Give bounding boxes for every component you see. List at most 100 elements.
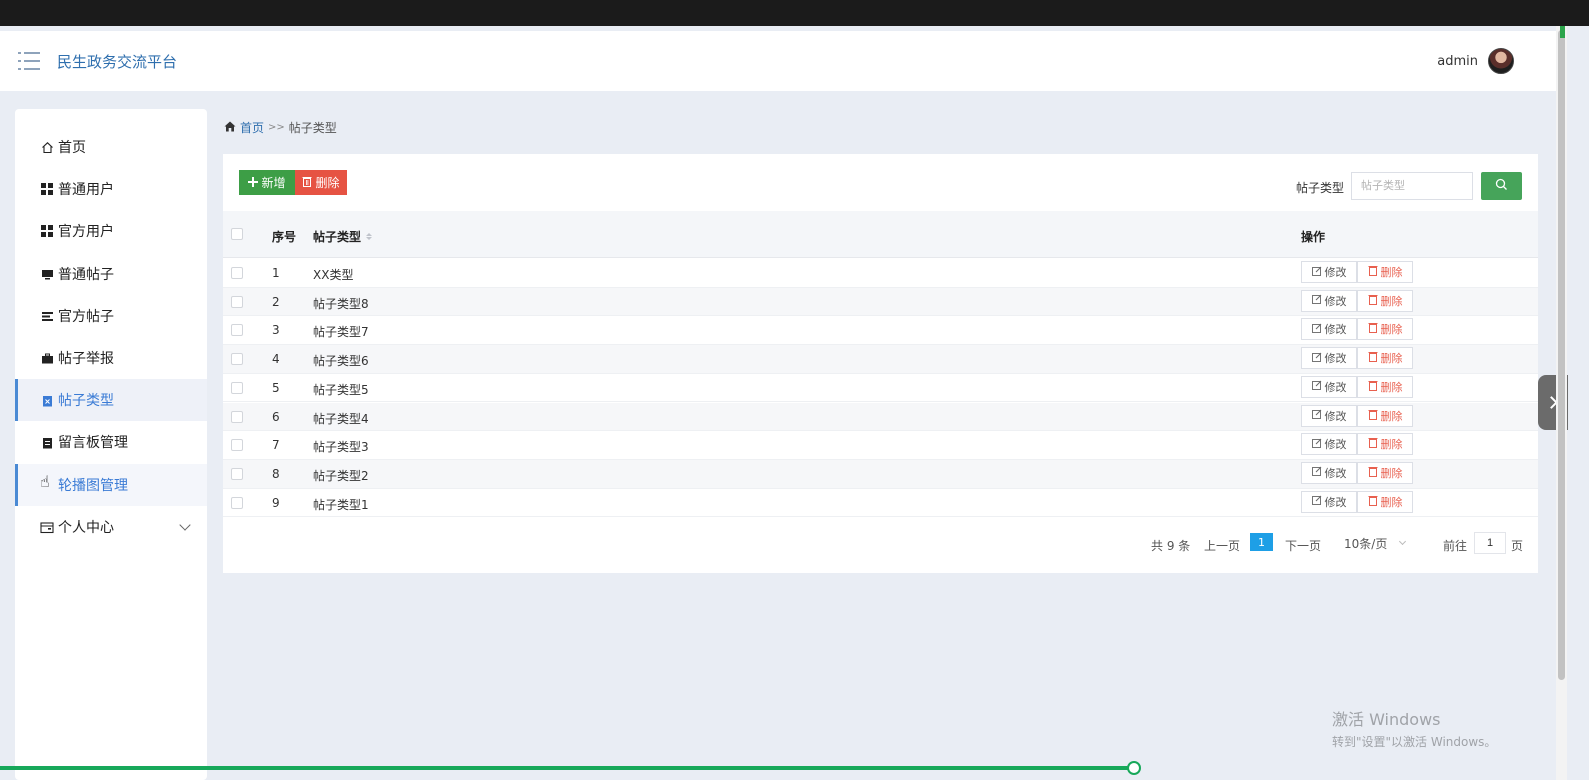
row-checkbox[interactable] [231,496,243,509]
avatar[interactable] [1488,48,1514,74]
row-type-name: 帖子类型2 [313,468,369,483]
column-header-type[interactable]: 帖子类型 [313,228,373,245]
sort-icon[interactable] [366,233,373,240]
pagination-next[interactable]: 下一页 [1285,537,1321,554]
sidebar-item-home[interactable]: 首页 [15,126,207,168]
menu-toggle-icon[interactable] [18,52,40,70]
delete-button-label: 删除 [1380,380,1403,394]
edit-button-label: 修改 [1324,266,1347,279]
edit-button[interactable]: 修改 [1301,289,1357,312]
edit-button[interactable]: 修改 [1301,261,1357,283]
search-button[interactable] [1481,172,1522,200]
sidebar-item-normal-users[interactable]: 普通用户 [15,168,207,210]
delete-button[interactable]: 删除 [1357,490,1413,513]
edit-button-label: 修改 [1324,409,1347,423]
row-checkbox[interactable] [231,353,243,366]
sidebar: 首页 普通用户 官方用户 普通帖子 官方帖子 帖子举报 帖子类型 留言板管理 轮… [15,109,207,780]
delete-button[interactable]: 删除 [1357,347,1413,370]
progress-knob[interactable] [1127,761,1141,775]
sidebar-item-post-reports[interactable]: 帖子举报 [15,337,207,379]
table-row: 5 帖子类型5 修改 删除 [223,374,1538,403]
trash-icon [302,176,312,190]
row-checkbox[interactable] [231,439,243,452]
sidebar-item-normal-posts[interactable]: 普通帖子 [15,253,207,295]
sidebar-item-official-users[interactable]: 官方用户 [15,210,207,252]
username[interactable]: admin [1437,54,1478,69]
row-index: 9 [272,495,280,510]
delete-button[interactable]: 删除 [1357,461,1413,484]
edit-button[interactable]: 修改 [1301,490,1357,513]
row-type-name: 帖子类型7 [313,325,369,340]
clipboard-icon [40,435,54,449]
delete-button-label: 删除 [1380,466,1403,480]
pagination-total: 共 9 条 [1151,539,1191,553]
pagination-current-page[interactable]: 1 [1250,533,1273,551]
user-menu[interactable]: admin [1437,31,1514,91]
delete-button[interactable]: 删除 [1357,261,1413,283]
add-button-label: 新增 [261,176,286,190]
trash-icon [1368,437,1378,451]
chevron-down-icon[interactable] [179,519,191,531]
edit-button[interactable]: 修改 [1301,318,1357,341]
home-icon [40,140,54,154]
row-checkbox[interactable] [231,324,243,337]
row-type-name: 帖子类型5 [313,382,369,397]
breadcrumb-separator: >> [268,122,285,133]
edit-button[interactable]: 修改 [1301,461,1357,484]
row-checkbox[interactable] [231,267,243,279]
table-row: 2 帖子类型8 修改 删除 [223,287,1538,317]
breadcrumb-home-link[interactable]: 首页 [240,119,264,136]
clipboard-icon [40,393,54,407]
sidebar-item-message-board[interactable]: 留言板管理 [15,421,207,463]
row-type-name: 帖子类型8 [313,296,369,311]
scrollbar-thumb[interactable] [1558,30,1565,680]
sidebar-item-post-types[interactable]: 帖子类型 [15,379,207,421]
add-button[interactable]: 新增 [239,170,295,195]
pagination-prev[interactable]: 上一页 [1204,537,1240,554]
search-input[interactable] [1351,172,1473,200]
row-checkbox[interactable] [231,467,243,480]
edit-button[interactable]: 修改 [1301,375,1357,398]
delete-button-label: 删除 [1380,495,1403,509]
edit-button-label: 修改 [1324,323,1347,337]
table-row: 6 帖子类型4 修改 删除 [223,402,1538,432]
pagination-goto-input[interactable] [1474,532,1506,554]
trash-icon [1368,294,1378,308]
batch-delete-button[interactable]: 删除 [295,170,347,195]
select-all-checkbox[interactable] [231,228,243,240]
batch-delete-label: 删除 [315,176,340,190]
table-row: 1 XX类型 修改 删除 [223,259,1538,288]
edit-button-label: 修改 [1324,466,1347,480]
sidebar-item-label: 个人中心 [58,520,114,536]
page-size-select[interactable]: 10条/页 [1336,532,1412,554]
delete-button[interactable]: 删除 [1357,404,1413,427]
sidebar-item-official-posts[interactable]: 官方帖子 [15,295,207,337]
search-label: 帖子类型 [1296,181,1345,195]
row-checkbox[interactable] [231,410,243,423]
delete-button[interactable]: 删除 [1357,289,1413,312]
column-header-index: 序号 [272,230,297,244]
home-icon [224,121,236,135]
trash-icon [1368,322,1378,336]
edit-button[interactable]: 修改 [1301,347,1357,370]
grid-icon [40,182,54,196]
watermark-subtitle: 转到"设置"以激活 Windows。 [1332,735,1497,749]
delete-button[interactable]: 删除 [1357,375,1413,398]
edit-icon [1311,380,1322,393]
table-row: 3 帖子类型7 修改 删除 [223,316,1538,346]
table-header: 序号 帖子类型 操作 [223,211,1538,258]
edit-button[interactable]: 修改 [1301,404,1357,427]
windows-activation-watermark: 激活 Windows 转到"设置"以激活 Windows。 [1332,706,1496,750]
row-type-name: 帖子类型6 [313,354,369,369]
pagination-unit-label: 页 [1511,539,1524,553]
sidebar-item-label: 帖子举报 [58,351,114,367]
content-panel: 新增 删除 帖子类型 序号 帖子类型 操作 1XX类型修改删除2帖子类型8修改删… [223,154,1538,573]
row-checkbox[interactable] [231,381,243,394]
delete-button[interactable]: 删除 [1357,318,1413,341]
row-checkbox[interactable] [231,295,243,308]
sidebar-item-personal-center[interactable]: 个人中心 [15,506,207,548]
sidebar-item-label: 普通帖子 [58,267,114,283]
edit-button[interactable]: 修改 [1301,433,1357,456]
row-index: 7 [272,438,280,453]
delete-button[interactable]: 删除 [1357,433,1413,456]
